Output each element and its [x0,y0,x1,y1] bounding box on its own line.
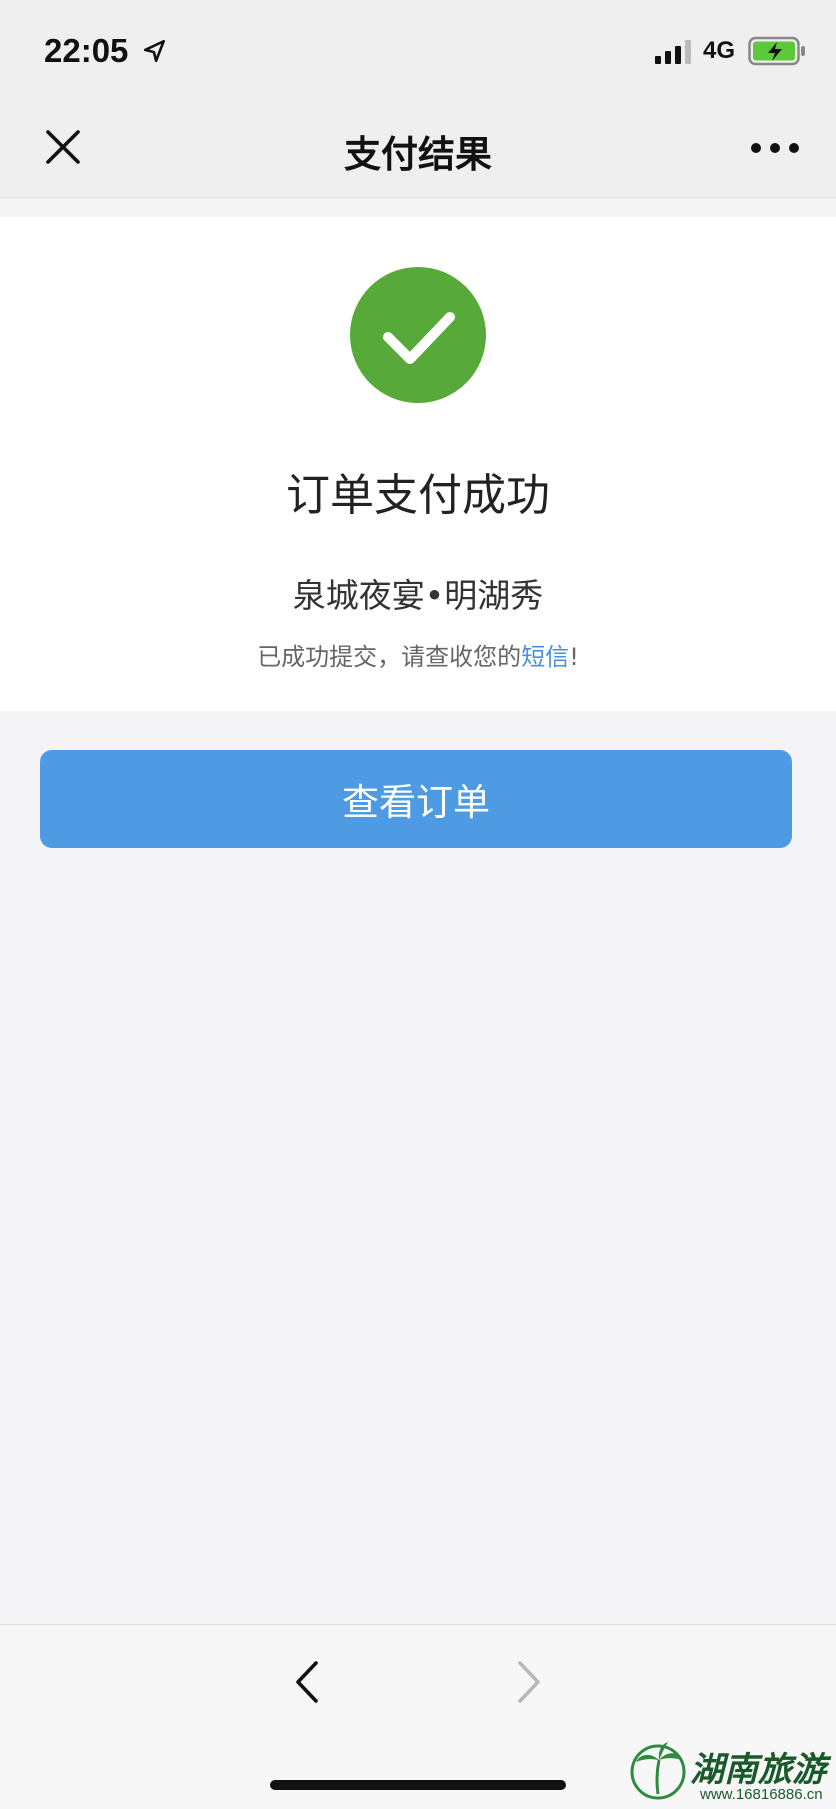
sms-link[interactable]: 短信 [521,643,569,671]
signal-icon [655,40,691,64]
home-indicator [270,1780,566,1790]
nav-bar: 支付结果 [0,100,836,198]
battery-charging-icon [748,36,805,66]
chevron-right-icon[interactable] [506,1657,550,1707]
network-label: 4G [703,37,736,64]
result-note-suffix: ! [569,643,579,671]
result-title: 订单支付成功 [286,470,550,521]
watermark: 湖南旅游 www.16816886.cn [628,1740,836,1809]
more-icon [751,143,799,153]
page-title: 支付结果 [344,133,492,176]
watermark-url: www.16816886.cn [700,1786,823,1803]
result-note-prefix: 已成功提交，请查收您的 [257,643,522,671]
status-bar: 22:05 4G [0,0,836,100]
result-note: 已成功提交，请查收您的短信! [0,637,836,672]
view-order-button[interactable]: 查看订单 [40,750,792,848]
more-button[interactable] [744,126,806,170]
check-circle-icon [350,267,486,403]
palm-logo-icon [630,1742,686,1800]
watermark-text: 湖南旅游 [690,1750,826,1790]
location-arrow-icon [143,39,165,63]
status-time: 22:05 [44,32,129,69]
phone-screen: 22:05 4G 支付结果 订单支付成功 泉城夜宴•明湖秀 已成功提交，请查收您… [0,0,836,1809]
chevron-left-icon[interactable] [286,1657,330,1707]
result-card: 订单支付成功 泉城夜宴•明湖秀 已成功提交，请查收您的短信! [0,217,836,711]
product-name: 泉城夜宴•明湖秀 [292,576,544,615]
